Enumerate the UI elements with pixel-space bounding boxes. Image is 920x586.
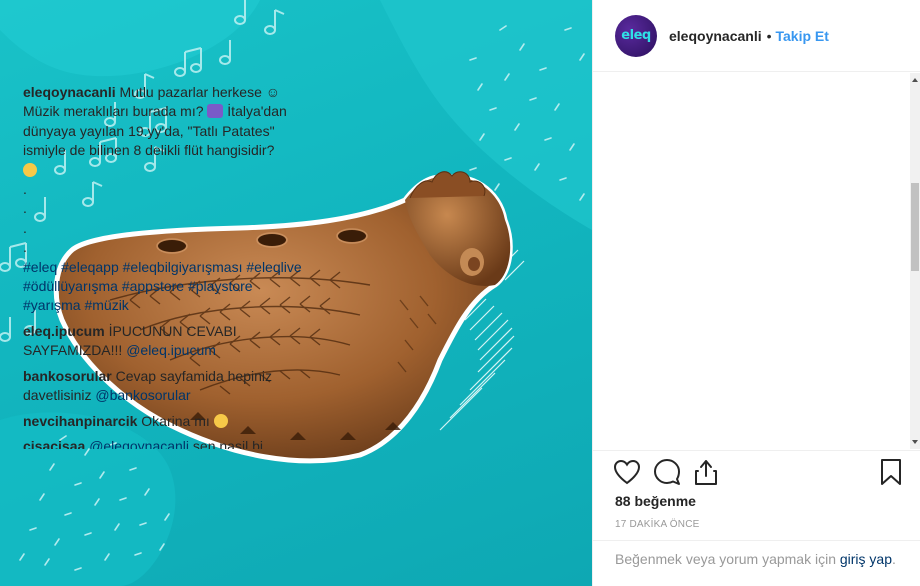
caption-dots: . . . . [23, 180, 303, 258]
comment-username[interactable]: cisacisaa [23, 438, 85, 449]
scroll-up-arrow-icon[interactable] [912, 78, 918, 82]
comment-mention[interactable]: @eleq.ipucum [126, 342, 216, 358]
comment-icon[interactable] [653, 458, 681, 486]
separator-dot: • [766, 27, 772, 44]
header-username[interactable]: eleqoynacanli [669, 28, 762, 44]
comments-list[interactable]: eleqoynacanli Mutlu pazarlar herkese ☺ M… [0, 73, 318, 449]
rolling-eyes-emoji-icon [213, 413, 228, 428]
dot-line: . [23, 219, 27, 236]
heart-icon[interactable] [613, 459, 641, 485]
post-header: eleq eleqoynacanli • Takip Et [593, 0, 920, 72]
dot-line: . [23, 239, 27, 256]
login-link[interactable]: giriş yap [840, 551, 892, 567]
post-timestamp[interactable]: 17 DAKİKA ÖNCE [615, 519, 700, 530]
login-prefix: Beğenmek veya yorum yapmak için [615, 551, 840, 567]
comment: bankosorular Cevap sayfamida hepiniz dav… [23, 367, 303, 406]
comments-scrollbar[interactable] [910, 73, 920, 449]
comment-text: Okarina mı [141, 412, 214, 429]
scrollbar-thumb[interactable] [911, 183, 919, 271]
dot-line: . [23, 181, 27, 198]
action-bar [592, 450, 920, 496]
comment-username[interactable]: nevcihanpinarcik [23, 413, 137, 429]
login-prompt: Beğenmek veya yorum yapmak için giriş ya… [592, 540, 920, 586]
login-suffix: . [892, 551, 896, 567]
scroll-down-arrow-icon[interactable] [912, 440, 918, 444]
comment: cisacisaa @eleqoynacanli sen nasil bi kr… [23, 437, 303, 449]
caption-username[interactable]: eleqoynacanli [23, 84, 116, 100]
follow-button[interactable]: Takip Et [776, 28, 829, 44]
caption: eleqoynacanli Mutlu pazarlar herkese ☺ M… [23, 83, 303, 316]
comment-mention[interactable]: @eleqoynacanli [89, 438, 189, 449]
like-count[interactable]: 88 beğenme [615, 493, 696, 509]
share-icon[interactable] [693, 458, 719, 486]
thinking-face-emoji-icon [23, 162, 37, 177]
caption-hashtags[interactable]: #eleq #eleqapp #eleqbilgiyarışması #eleq… [23, 258, 303, 316]
avatar[interactable]: eleq [615, 14, 657, 57]
comment-username[interactable]: eleq.ipucum [23, 323, 105, 339]
comment: nevcihanpinarcik Okarina mı [23, 412, 303, 431]
music-note-emoji-icon [207, 104, 224, 119]
bookmark-icon[interactable] [879, 458, 903, 486]
dot-line: . [23, 200, 27, 217]
avatar-text: eleq [621, 28, 651, 43]
comment-mention[interactable]: @bankosorular [95, 387, 190, 403]
comment: eleq.ipucum İPUCUNUN CEVABI SAYFAMIZDA!!… [23, 322, 303, 361]
comment-username[interactable]: bankosorular [23, 368, 112, 384]
